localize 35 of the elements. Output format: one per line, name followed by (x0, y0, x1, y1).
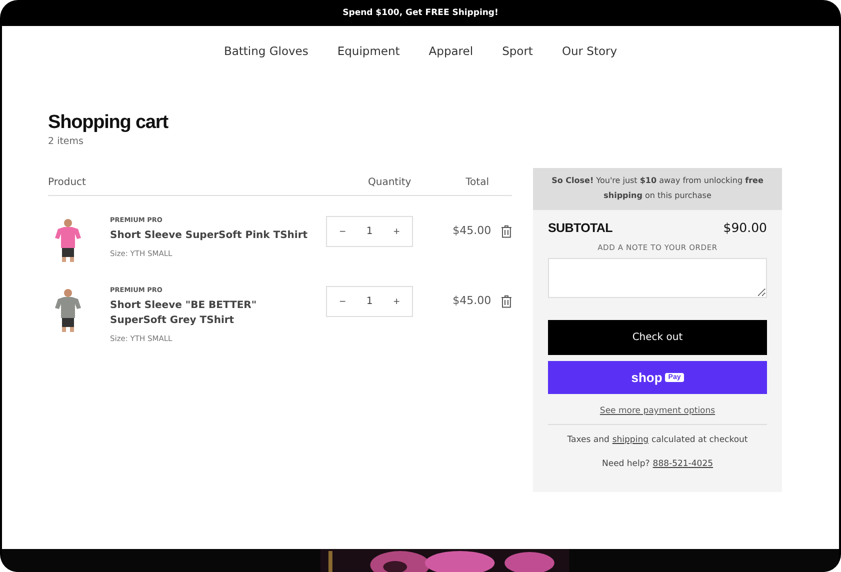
column-header: Product (48, 177, 87, 188)
column-header: Quantity (368, 177, 411, 188)
increment-button[interactable]: + (389, 296, 404, 308)
nav-link[interactable]: Sport (502, 44, 533, 76)
line-total: $45.00 (452, 224, 492, 237)
quantity-value[interactable]: 1 (366, 226, 373, 237)
increment-button[interactable]: + (389, 226, 404, 238)
shipping-notice: So Close! You're just $10 away from unlocking free shipping on this purchase (533, 168, 782, 210)
nav-link[interactable]: Equipment (337, 44, 400, 76)
decrement-button[interactable]: − (335, 226, 350, 238)
subtotal-amount: $90.00 (723, 220, 767, 235)
page-title: Shopping cart (48, 112, 170, 134)
order-note-field[interactable] (548, 258, 767, 298)
more-payment-link[interactable]: See more payment options (600, 406, 716, 424)
help-text: Need help? (602, 459, 650, 469)
product-name[interactable]: Short Sleeve SuperSoft Pink TShirt (110, 228, 314, 243)
announcement-text: Spend $100, Get FREE Shipping! (342, 7, 500, 20)
trash-icon[interactable] (501, 295, 512, 308)
taxes-text: Taxes and (567, 435, 610, 445)
trash-icon[interactable] (501, 225, 512, 238)
checkout-button[interactable]: Check out (548, 320, 767, 355)
item-count: 2 items (48, 136, 84, 147)
nav-link[interactable]: Batting Gloves (224, 44, 308, 76)
quantity-value[interactable]: 1 (366, 296, 373, 307)
product-name[interactable]: Short Sleeve "BE BETTER" SuperSoft Grey TShirt (110, 298, 314, 328)
nav-link[interactable]: Apparel (428, 44, 474, 76)
shop-logo-text: shop (631, 370, 662, 385)
taxes-text: calculated at checkout (651, 435, 748, 445)
line-total: $45.00 (452, 294, 492, 307)
nav-link[interactable]: Our Story (562, 44, 618, 76)
subtotal-label: SUBTOTAL (548, 220, 612, 234)
decrement-button[interactable]: − (335, 296, 350, 308)
shipping-link[interactable]: shipping (612, 435, 648, 445)
column-header: Total (464, 177, 489, 188)
phone-link[interactable]: 888-521-4025 (652, 459, 714, 469)
